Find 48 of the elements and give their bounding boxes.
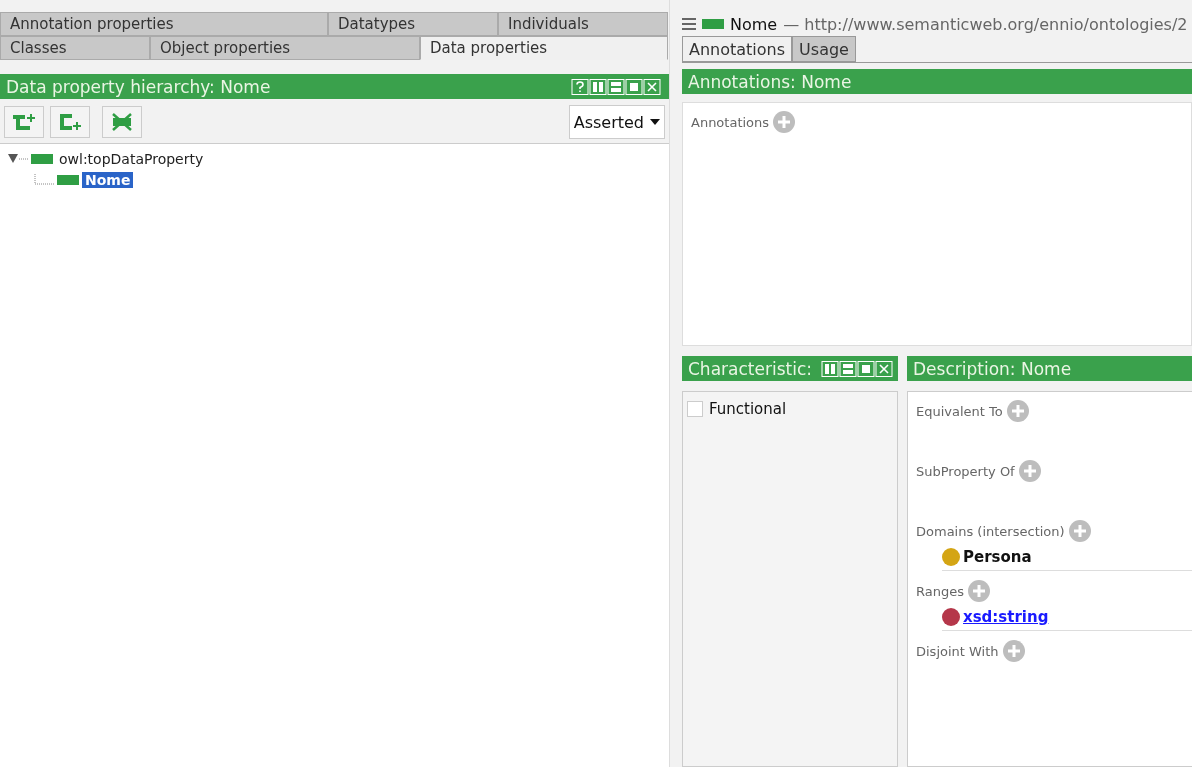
functional-checkbox[interactable]: Functional xyxy=(687,400,787,418)
tab[interactable]: Datatypes xyxy=(328,12,498,36)
view-controls-icon[interactable] xyxy=(571,78,663,95)
class-label: Persona xyxy=(963,548,1032,566)
tree-item[interactable]: Nome xyxy=(82,171,134,188)
tab[interactable]: Object properties xyxy=(150,36,420,60)
data-property-icon xyxy=(57,174,79,185)
datatype-link[interactable]: xsd:string xyxy=(963,608,1049,626)
add-icon[interactable] xyxy=(773,111,796,133)
section-label: Equivalent To xyxy=(916,403,1003,419)
add-icon[interactable] xyxy=(1006,400,1029,422)
tree-item[interactable]: owl:topDataProperty xyxy=(56,150,207,167)
tab[interactable]: Classes xyxy=(0,36,150,60)
tab[interactable]: Data properties xyxy=(420,36,668,60)
add-sibling-icon xyxy=(57,112,83,132)
panel-title: Characteristic: xyxy=(688,358,812,379)
add-sibling-button[interactable] xyxy=(50,106,90,138)
section-label: Domains (intersection) xyxy=(916,523,1065,539)
entity-iri: — http://www.semanticweb.org/ennio/ontologies/2 xyxy=(783,14,1188,34)
add-icon[interactable] xyxy=(968,580,990,602)
section-label: Annotations xyxy=(691,114,770,130)
tree-connector-icon xyxy=(34,173,54,186)
add-child-icon xyxy=(11,112,37,132)
view-controls-icon[interactable] xyxy=(821,360,895,377)
delete-property-button[interactable] xyxy=(102,106,142,138)
tab[interactable]: Annotations xyxy=(682,36,793,62)
tab[interactable]: Usage xyxy=(792,36,856,62)
caret-icon xyxy=(650,119,660,125)
data-property-icon xyxy=(702,19,724,29)
tab[interactable]: Annotation properties xyxy=(0,12,328,36)
expanded-triangle-icon[interactable] xyxy=(8,153,28,164)
section-label: Disjoint With xyxy=(916,643,999,659)
data-property-icon xyxy=(31,153,53,164)
add-icon[interactable] xyxy=(1068,520,1091,542)
entity-name: Nome xyxy=(730,14,778,34)
add-icon[interactable] xyxy=(1018,460,1041,482)
panel-title: Annotations: Nome xyxy=(688,71,852,92)
menu-icon[interactable] xyxy=(682,18,696,30)
add-subproperty-button[interactable] xyxy=(4,106,44,138)
add-icon[interactable] xyxy=(1002,640,1025,662)
checkbox[interactable] xyxy=(687,401,703,417)
tab[interactable]: Individuals xyxy=(498,12,668,36)
panel-title: Description: Nome xyxy=(913,358,1072,379)
view-mode-dropdown[interactable]: Asserted xyxy=(568,105,665,139)
panel-title: Data property hierarchy: Nome xyxy=(6,76,271,97)
delete-icon xyxy=(110,112,134,132)
section-label: SubProperty Of xyxy=(916,463,1015,479)
section-label: Ranges xyxy=(916,583,964,599)
